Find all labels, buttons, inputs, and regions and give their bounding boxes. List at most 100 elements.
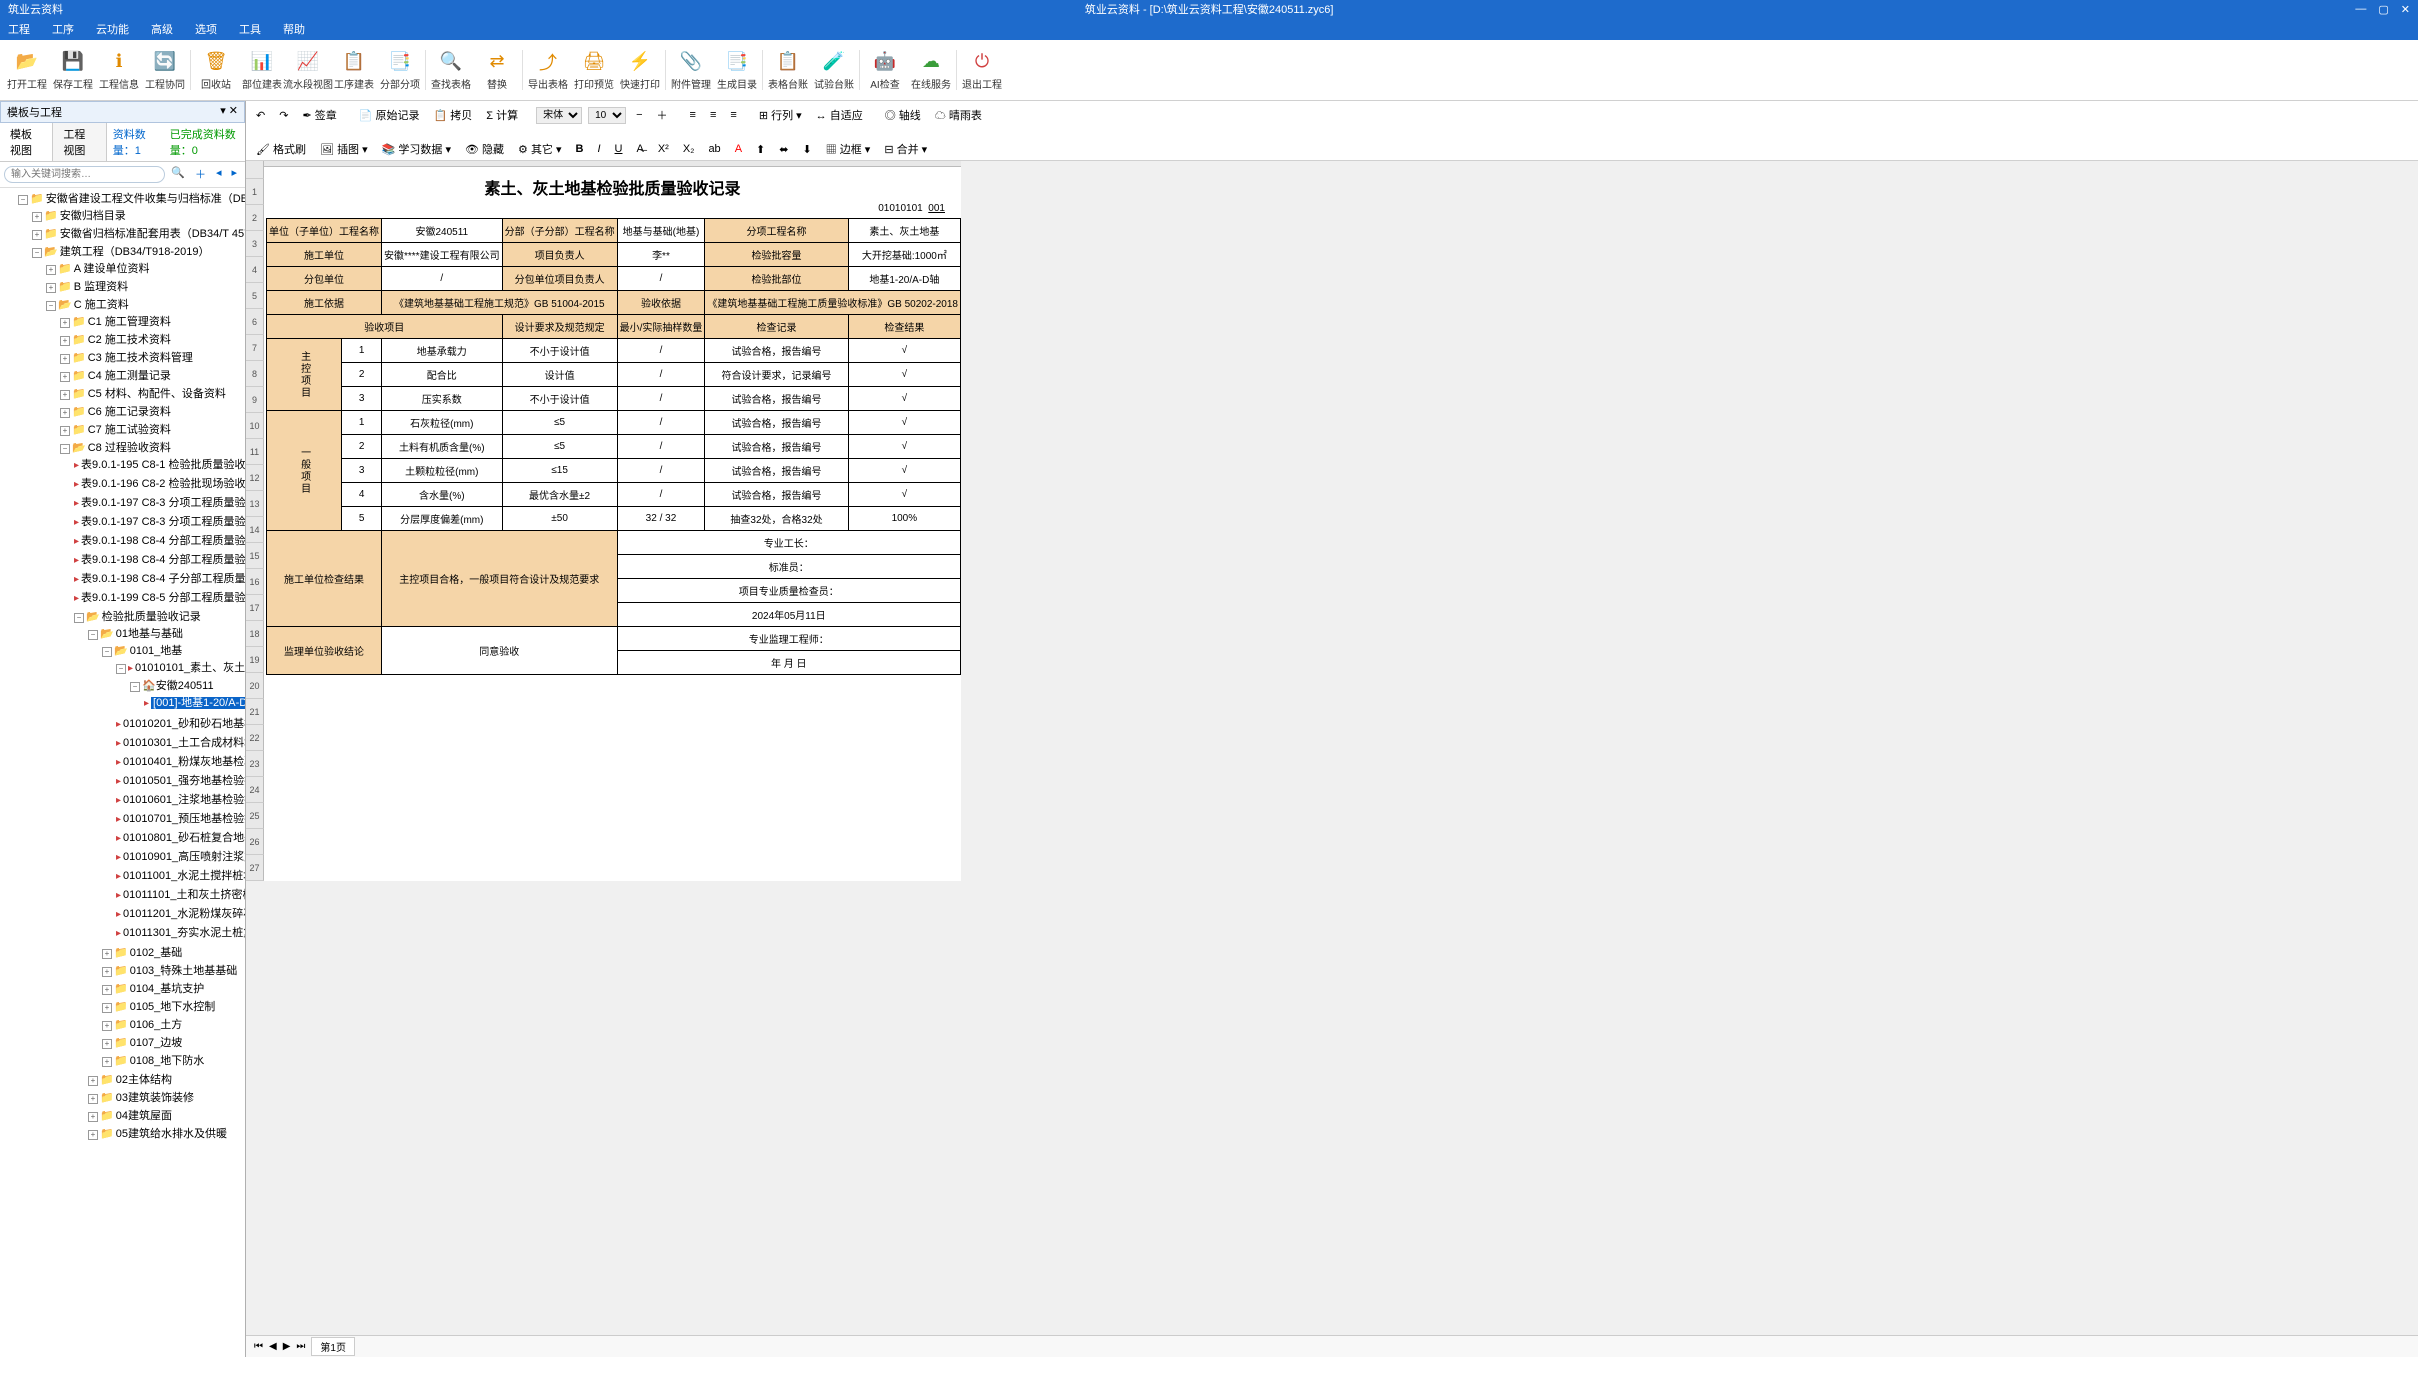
sheet-pager: ⏮ ◀ ▶ ⏭ 第1页 <box>246 1335 2418 1357</box>
merge-button[interactable]: ⊟ 合并 ▾ <box>880 139 931 159</box>
menu-bar: 工程 工序 云功能 高级 选项 工具 帮助 <box>0 18 2418 40</box>
redo-button[interactable]: ↷ <box>275 107 292 124</box>
pager-prev-icon[interactable]: ◀ <box>269 1341 277 1352</box>
search-icon[interactable]: 🔍 <box>167 166 189 183</box>
underline-button[interactable]: U <box>611 141 627 157</box>
toolbar-部位建表[interactable]: 📊部位建表 <box>239 46 285 94</box>
menu-options[interactable]: 选项 <box>195 21 217 37</box>
doc-number: 01010101 001 <box>264 203 961 218</box>
add-icon[interactable]: ＋ <box>191 166 210 183</box>
autofit-button[interactable]: ↔ 自适应 <box>812 105 867 125</box>
toolbar-工序建表[interactable]: 📋工序建表 <box>331 46 377 94</box>
sheet-area[interactable]: 1234567891011121314151617181920212223242… <box>246 161 2418 1335</box>
close-icon[interactable]: ✕ <box>2401 3 2410 16</box>
toolbar-AI检查[interactable]: 🤖AI检查 <box>862 46 908 94</box>
weather-button[interactable]: ☁ 晴雨表 <box>931 105 986 125</box>
size-down[interactable]: − <box>632 107 646 123</box>
toolbar-快速打印[interactable]: ⚡快速打印 <box>617 46 663 94</box>
panel-title: 模板与工程 ▾ ✕ <box>0 101 245 123</box>
main-toolbar: 📂打开工程💾保存工程ℹ工程信息🔄工程协同🗑回收站📊部位建表📈流水段视图📋工序建表… <box>0 40 2418 101</box>
row-header: 1234567891011121314151617181920212223242… <box>246 161 264 881</box>
size-up[interactable]: ＋ <box>653 105 672 125</box>
minimize-icon[interactable]: — <box>2355 3 2366 16</box>
title-bar: 筑业云资料 筑业云资料 - [D:\筑业云资料工程\安徽240511.zyc6]… <box>0 0 2418 18</box>
panel-search: 🔍 ＋ ◂ ▸ <box>0 162 245 188</box>
tree-view[interactable]: −📁安徽省建设工程文件收集与归档标准（DB34／T4574-2023）+📁安徽归… <box>0 188 245 1357</box>
tab-project[interactable]: 工程视图 <box>53 123 106 161</box>
valign-top[interactable]: ⬆ <box>752 141 769 158</box>
align-left-icon[interactable]: ≡ <box>686 107 700 123</box>
align-right-icon[interactable]: ≡ <box>726 107 740 123</box>
toolbar-打印预览[interactable]: 🖨打印预览 <box>571 46 617 94</box>
menu-process[interactable]: 工序 <box>52 21 74 37</box>
orig-button[interactable]: 📄 原始记录 <box>355 105 424 125</box>
align-center-icon[interactable]: ≡ <box>706 107 720 123</box>
sup-button[interactable]: X² <box>654 141 673 157</box>
maximize-icon[interactable]: ▢ <box>2378 3 2388 16</box>
menu-tools[interactable]: 工具 <box>239 21 261 37</box>
italic-button[interactable]: I <box>593 141 604 157</box>
stat-done: 已完成资料数量：0 <box>164 123 245 161</box>
fontcolor-button[interactable]: A <box>731 141 746 157</box>
calc-button[interactable]: Σ 计算 <box>482 105 522 125</box>
toolbar-生成目录[interactable]: 📑生成目录 <box>714 46 760 94</box>
toolbar-试验台账[interactable]: 🧪试验台账 <box>811 46 857 94</box>
toolbar-表格台账[interactable]: 📋表格台账 <box>765 46 811 94</box>
tab-template[interactable]: 模板视图 <box>0 123 53 161</box>
rowcol-button[interactable]: ⊞ 行列 ▾ <box>755 105 806 125</box>
pager-next-icon[interactable]: ▶ <box>283 1341 291 1352</box>
copy-button[interactable]: 📋 拷贝 <box>429 105 476 125</box>
toolbar-工程协同[interactable]: 🔄工程协同 <box>142 46 188 94</box>
toolbar-查找表格[interactable]: 🔍查找表格 <box>428 46 474 94</box>
toolbar-在线服务[interactable]: ☁在线服务 <box>908 46 954 94</box>
toolbar-保存工程[interactable]: 💾保存工程 <box>50 46 96 94</box>
panel-close-icon[interactable]: ▾ ✕ <box>220 104 238 120</box>
toolbar-附件管理[interactable]: 📎附件管理 <box>668 46 714 94</box>
pager-label[interactable]: 第1页 <box>311 1337 355 1356</box>
form-title: 素土、灰土地基检验批质量验收记录 <box>264 167 961 203</box>
border-button[interactable]: ▦ 边框 ▾ <box>822 139 875 159</box>
toolbar-工程信息[interactable]: ℹ工程信息 <box>96 46 142 94</box>
selected-tree-item[interactable]: [001]-地基1-20/A-D轴 <box>151 697 245 709</box>
prev-icon[interactable]: ◂ <box>212 166 226 183</box>
menu-advanced[interactable]: 高级 <box>151 21 173 37</box>
toolbar-流水段视图[interactable]: 📈流水段视图 <box>285 46 331 94</box>
insimg-button[interactable]: 🖼 插图 ▾ <box>316 139 372 159</box>
other-button[interactable]: ⚙ 其它 ▾ <box>514 139 566 159</box>
pager-last-icon[interactable]: ⏭ <box>296 1341 305 1352</box>
menu-help[interactable]: 帮助 <box>283 21 305 37</box>
hide-button[interactable]: 👁 隐藏 <box>461 139 508 159</box>
toolbar-分部分项[interactable]: 📑分部分项 <box>377 46 423 94</box>
toolbar-回收站[interactable]: 🗑回收站 <box>193 46 239 94</box>
toolbar-替换[interactable]: ⇄替换 <box>474 46 520 94</box>
valign-mid[interactable]: ⬌ <box>775 141 792 158</box>
pager-first-icon[interactable]: ⏮ <box>254 1341 263 1352</box>
menu-project[interactable]: 工程 <box>8 21 30 37</box>
toolbar-退出工程[interactable]: ⏻退出工程 <box>959 46 1005 94</box>
stat-count: 资料数量：1 <box>107 123 164 161</box>
brush-button[interactable]: 🖌 格式刷 <box>252 139 310 159</box>
panel-tabs: 模板视图 工程视图 资料数量：1 已完成资料数量：0 <box>0 123 245 162</box>
fontfill-button[interactable]: ab <box>704 141 724 157</box>
learn-button[interactable]: 📚 学习数据 ▾ <box>378 139 455 159</box>
search-input[interactable] <box>4 166 165 183</box>
undo-button[interactable]: ↶ <box>252 107 269 124</box>
format-toolbar: ↶ ↷ ✒ 签章 📄 原始记录 📋 拷贝 Σ 计算 宋体 10 − ＋ ≡ ≡ … <box>246 101 2418 161</box>
sub-button[interactable]: X₂ <box>679 141 699 157</box>
toolbar-导出表格[interactable]: ⤴导出表格 <box>525 46 571 94</box>
strike-button[interactable]: A̶ <box>632 141 647 157</box>
valign-bot[interactable]: ⬇ <box>798 141 815 158</box>
font-select[interactable]: 宋体 <box>536 107 582 124</box>
inspection-table: 单位（子单位）工程名称安徽240511分部（子分部）工程名称地基与基础(地基)分… <box>266 218 961 675</box>
sign-button[interactable]: ✒ 签章 <box>298 105 340 125</box>
app-name: 筑业云资料 <box>8 1 63 17</box>
menu-cloud[interactable]: 云功能 <box>96 21 129 37</box>
axis-button[interactable]: ◎ 轴线 <box>881 105 925 125</box>
form-content: 素土、灰土地基检验批质量验收记录 01010101 001 单位（子单位）工程名… <box>264 161 961 881</box>
right-panel: ↶ ↷ ✒ 签章 📄 原始记录 📋 拷贝 Σ 计算 宋体 10 − ＋ ≡ ≡ … <box>246 101 2418 1357</box>
size-select[interactable]: 10 <box>588 107 626 124</box>
window-controls: — ▢ ✕ <box>2355 3 2410 16</box>
next-icon[interactable]: ▸ <box>227 166 241 183</box>
toolbar-打开工程[interactable]: 📂打开工程 <box>4 46 50 94</box>
bold-button[interactable]: B <box>572 141 588 157</box>
